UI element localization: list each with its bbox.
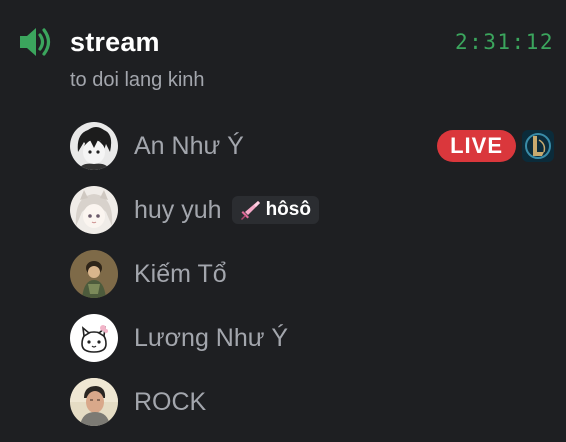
voice-member[interactable]: ROCK [70,370,554,434]
member-name: ROCK [134,387,207,416]
member-name: huy yuh [134,195,222,224]
cartoon-cat-avatar [70,314,118,362]
member-name: Kiếm Tổ [134,259,227,288]
voice-member-list: An Như Ý LIVE huy yuh hôsô Kiếm Tổ Lương… [70,114,554,434]
anime-girl-avatar [70,186,118,234]
character-photo-avatar [70,250,118,298]
member-name: An Như Ý [134,131,244,160]
channel-status: to doi lang kinh [70,69,205,91]
voice-member[interactable]: Lương Như Ý [70,306,554,370]
session-timer: 2:31:12 [454,30,554,54]
channel-name: stream [70,26,160,57]
voice-member[interactable]: huy yuh hôsô [70,178,554,242]
man-photo-avatar [70,378,118,426]
voice-channel-header[interactable]: stream 2:31:12 [16,22,554,62]
member-name: Lương Như Ý [134,323,289,352]
voice-member[interactable]: An Như Ý LIVE [70,114,554,178]
live-badge[interactable]: LIVE [437,130,516,162]
voice-member[interactable]: Kiếm Tổ [70,242,554,306]
league-of-legends-icon[interactable] [522,130,554,162]
speaker-icon [16,23,54,61]
server-tag[interactable]: hôsô [231,196,319,224]
member-activity: LIVE [437,130,554,162]
voice-channel-panel: stream 2:31:12 to doi lang kinh An Như Ý… [0,0,566,442]
server-tag-text: hôsô [265,199,311,220]
anime-boy-avatar [70,122,118,170]
pink-sword-icon [238,198,262,222]
